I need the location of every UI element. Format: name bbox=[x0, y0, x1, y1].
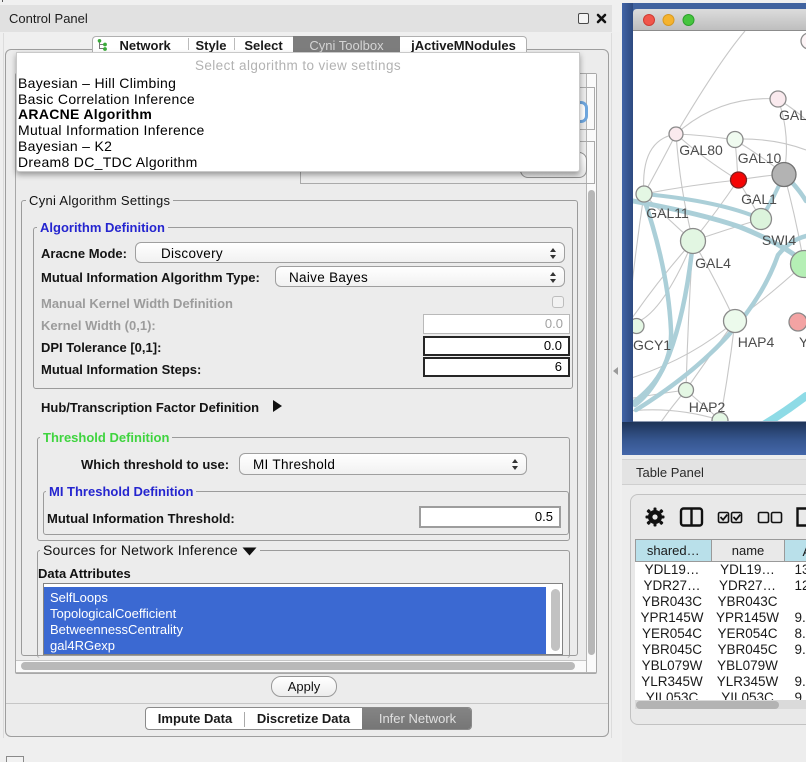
svg-text:GCY1: GCY1 bbox=[633, 337, 671, 353]
svg-text:GAL80: GAL80 bbox=[679, 142, 723, 158]
svg-text:GAL11: GAL11 bbox=[646, 205, 689, 221]
svg-text:GAL1: GAL1 bbox=[741, 191, 777, 207]
svg-text:YE: YE bbox=[799, 334, 806, 350]
svg-text:GAL4: GAL4 bbox=[695, 255, 731, 271]
svg-text:GAL10: GAL10 bbox=[738, 150, 782, 166]
svg-text:HAP4: HAP4 bbox=[738, 334, 775, 350]
svg-text:SWI4: SWI4 bbox=[762, 232, 796, 248]
svg-text:GAL7: GAL7 bbox=[779, 107, 806, 123]
svg-text:HAP2: HAP2 bbox=[689, 399, 726, 415]
